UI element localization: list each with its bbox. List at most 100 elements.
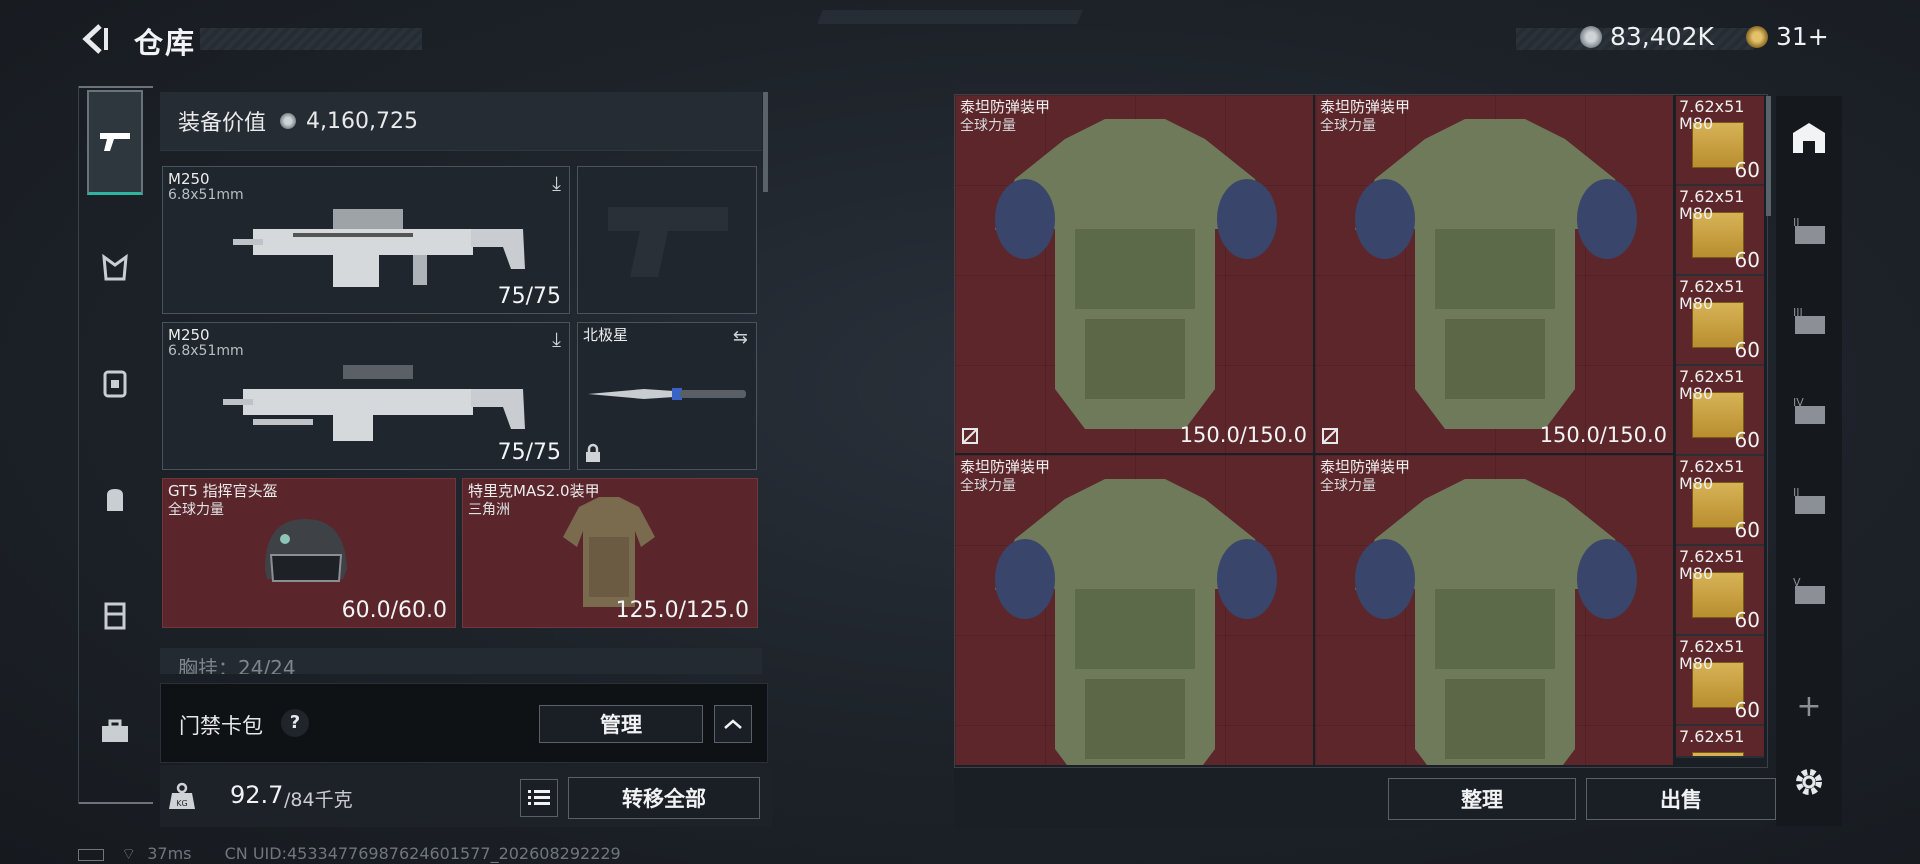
transfer-all-button[interactable]: 转移全部 [568,777,760,819]
add-tab-button[interactable]: + [1787,684,1831,728]
equipment-value-bar: 装备价值 4,160,725 [160,92,762,151]
stash-item-ammo[interactable]: 7.62x51 M80 60 [1676,186,1764,276]
manage-button[interactable]: 管理 [539,705,703,743]
silver-coin-icon [280,113,297,129]
rig-icon [104,602,126,630]
bow-armor-icon [102,253,128,281]
stash-tab-3[interactable]: III [1787,300,1831,344]
firearm-icon [100,133,130,151]
stash-icon [1793,123,1825,153]
svg-text:IV: IV [1793,396,1804,409]
stash-tab-5[interactable]: II [1787,480,1831,524]
currency-secondary[interactable]: 31+ [1746,22,1829,51]
machine-gun-image [233,209,525,287]
nav-armor-bow[interactable] [87,240,143,296]
ammo-name: 7.62x51 M80 [1679,277,1745,313]
sort-button[interactable]: 整理 [1388,778,1576,820]
svg-text:II: II [1793,486,1800,499]
nav-firearm[interactable] [87,90,143,195]
weight-current: 92.7 [230,781,284,809]
primary-weapon-slot-1[interactable]: M250 6.8x51mm ⤓ 75/75 [162,166,570,314]
helmet-slot[interactable]: GT5 指挥官头盔 全球力量 60.0/60.0 [162,478,456,628]
back-arrow-icon [82,24,108,54]
weapon-name: M250 [168,170,210,188]
weapon-ammo: 75/75 [497,440,561,465]
armor-slot[interactable]: 特里克MAS2.0装甲 三角洲 125.0/125.0 [462,478,758,628]
sell-button[interactable]: 出售 [1586,778,1776,820]
stash-item-ammo[interactable]: 7.62x51 M80 60 [1676,366,1764,456]
stash-item-armor-1[interactable]: 泰坦防弹装甲 全球力量 150.0/150.0 [955,95,1313,453]
toolbox-icon [102,719,128,742]
stash-tab-ii-icon: II [1793,216,1825,244]
equipment-value-label: 装备价值 [178,111,267,136]
settings-button[interactable] [1787,760,1831,804]
currency-secondary-value: 31+ [1776,22,1829,51]
ammo-count: 60 [1734,338,1760,362]
swap-icon[interactable]: ⇆ [733,327,748,348]
stash-item-armor-3[interactable]: 泰坦防弹装甲 全球力量 [955,455,1313,765]
title-decoration [200,28,422,50]
stash-item-ammo[interactable]: 7.62x51 M80 60 [1676,546,1764,636]
stash-tab-6[interactable]: V [1787,570,1831,614]
battery-icon [78,848,104,861]
svg-text:III: III [1793,306,1803,319]
titan-armor-image [1355,119,1637,429]
stash-item-ammo[interactable]: 7.62x51 M80 60 [1676,636,1764,726]
nav-vest[interactable] [87,356,143,412]
ammo-name: 7.62x51 M80 [1679,97,1745,133]
nav-rig[interactable] [87,588,143,644]
access-card-pack-bar: 门禁卡包 ? 管理 [160,683,768,763]
titan-armor-image [1355,479,1637,765]
collapse-button[interactable] [714,705,752,743]
unload-icon[interactable]: ⤓ [552,327,561,351]
helmet-name: GT5 指挥官头盔 [168,482,278,500]
stash-tab-2[interactable]: II [1787,210,1831,254]
stash-item-ammo[interactable]: 7.62x51 M80 60 [1676,96,1764,186]
stash-item-ammo[interactable]: 7.62x51 [1676,726,1764,758]
ammo-count: 60 [1734,698,1760,722]
ammo-count: 60 [1734,248,1760,272]
ammo-count: 60 [1734,428,1760,452]
chest-rig-row[interactable]: 胸挂：24/24 [160,648,762,674]
stash-item-armor-2[interactable]: 泰坦防弹装甲 全球力量 150.0/150.0 [1315,95,1673,453]
nav-backpack[interactable] [87,472,143,528]
svg-text:KG: KG [176,799,187,808]
nav-toolbox[interactable] [87,704,143,760]
loadout-scrollbar[interactable] [763,92,768,192]
titan-armor-image [995,119,1277,429]
machine-gun-scoped-image [223,365,525,441]
ammo-box-image [1692,752,1744,756]
weight-max: /84千克 [284,789,353,811]
melee-name: 北极星 [583,326,629,344]
stash-tab-4[interactable]: IV [1787,390,1831,434]
stash-tab-iv-icon: IV [1793,396,1825,424]
ammo-count: 60 [1734,158,1760,182]
list-view-button[interactable] [520,779,558,817]
help-icon[interactable]: ? [281,709,309,737]
vest-icon [103,370,127,398]
helmet-durability: 60.0/60.0 [341,598,447,623]
lock-icon [586,443,600,462]
ammo-name: 7.62x51 M80 [1679,547,1745,583]
titan-armor-image [995,479,1277,765]
back-button[interactable] [78,22,112,56]
stash-tab-ii-add-icon: II [1793,486,1825,514]
currency-main[interactable]: 83,402K [1580,22,1714,51]
pistol-silhouette-icon [608,207,728,277]
stash-item-ammo[interactable]: 7.62x51 M80 60 [1676,456,1764,546]
melee-slot[interactable]: 北极星 ⇆ [577,322,757,470]
unload-icon[interactable]: ⤓ [552,171,561,195]
weight-bar: KG 92.7 /84千克 转移全部 [160,765,772,827]
primary-weapon-slot-2[interactable]: M250 6.8x51mm ⤓ 75/75 [162,322,570,470]
stash-footer: 整理 出售 [954,768,1776,828]
stash-item-armor-4[interactable]: 泰坦防弹装甲 全球力量 [1315,455,1673,765]
sidearm-slot-empty[interactable] [577,166,757,314]
stash-item-ammo[interactable]: 7.62x51 M80 60 [1676,276,1764,366]
ammo-count: 60 [1734,608,1760,632]
weight-icon: KG [169,782,195,809]
stash-tabs-nav: II III IV II V + [1776,96,1842,826]
svg-text:V: V [1793,576,1801,589]
stash-tab-main[interactable] [1787,116,1831,160]
stash-scrollbar[interactable] [1766,96,1771,216]
backpack-icon [107,489,123,511]
